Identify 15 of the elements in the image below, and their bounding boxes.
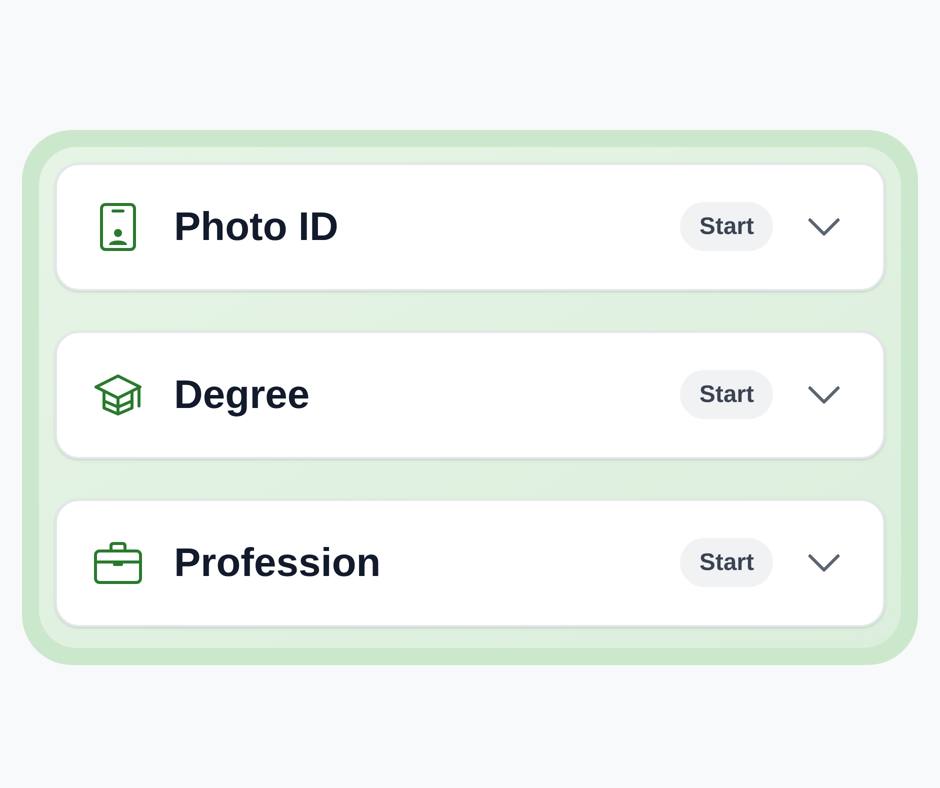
accordion-item[interactable]: Profession Start — [55, 498, 885, 626]
chevron-icon[interactable] — [808, 218, 840, 236]
item-title: Degree — [174, 372, 310, 418]
start-button[interactable]: Start — [680, 202, 773, 251]
item-title: Photo ID — [174, 204, 338, 250]
briefcase-icon — [94, 542, 142, 584]
accordion-item[interactable]: Photo ID Start — [55, 162, 885, 290]
item-title: Profession — [174, 540, 381, 586]
id-badge-icon — [100, 202, 136, 250]
chevron-icon[interactable] — [808, 386, 840, 404]
graduation-cap-icon — [94, 374, 142, 416]
accordion-item[interactable]: Degree Start — [55, 330, 885, 458]
start-button[interactable]: Start — [680, 370, 773, 419]
start-button[interactable]: Start — [680, 538, 773, 587]
chevron-icon[interactable] — [808, 554, 840, 572]
